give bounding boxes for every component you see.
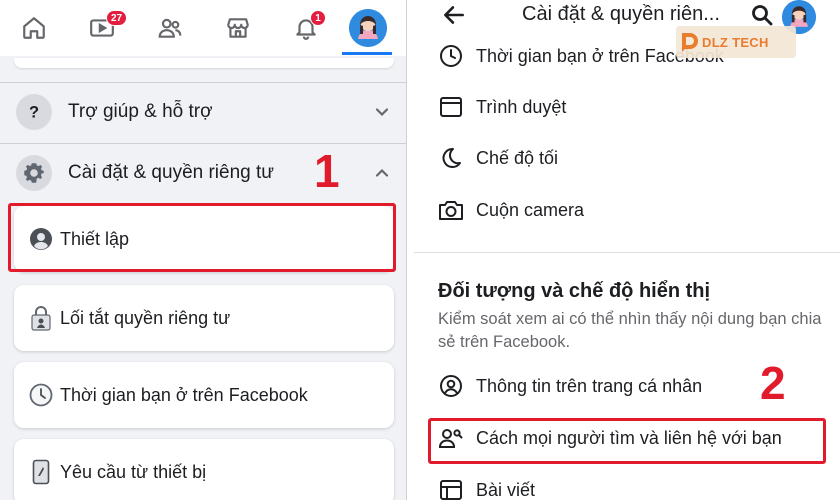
search-icon[interactable]: [750, 3, 774, 27]
right-panel: Cài đặt & quyền riên... Thời gian bạn ở …: [414, 0, 840, 500]
highlight-box-find-and-contact: [428, 418, 826, 464]
previous-card-edge: [14, 58, 394, 68]
gear-icon: [16, 155, 52, 191]
active-tab-indicator: [342, 52, 392, 55]
notifications-button[interactable]: 1: [286, 8, 326, 48]
friends-button[interactable]: [150, 8, 190, 48]
top-navigation-bar: 27 1: [0, 0, 406, 56]
settings-item-label: Chế độ tối: [476, 147, 559, 168]
settings-item-dark-mode[interactable]: Chế độ tối: [414, 138, 840, 178]
section-heading: Đối tượng và chế độ hiển thị: [438, 280, 711, 302]
divider: [0, 143, 406, 144]
profile-avatar: [349, 9, 387, 47]
notification-badge: 1: [310, 10, 326, 26]
section-label: Trợ giúp & hỗ trợ: [68, 101, 213, 122]
divider: [0, 82, 406, 83]
section-help-support[interactable]: ? Trợ giúp & hỗ trợ: [0, 84, 406, 140]
profile-menu-button[interactable]: [348, 8, 388, 48]
watermark-text: DLZ TECH: [702, 34, 769, 50]
marketplace-icon: [227, 18, 249, 38]
friends-icon: [158, 18, 182, 38]
browser-icon: [438, 94, 464, 120]
moon-icon: [438, 145, 464, 171]
dlz-tech-watermark: DLZ TECH: [676, 26, 796, 58]
panel-separator: [406, 0, 414, 500]
phone-icon: [28, 459, 54, 485]
camera-icon: [438, 197, 464, 223]
home-icon: [23, 17, 45, 39]
clock-icon: [438, 43, 464, 69]
section-description: Kiểm soát xem ai có thể nhìn thấy nội du…: [438, 310, 822, 351]
menu-item-time-on-facebook[interactable]: Thời gian bạn ở trên Facebook: [14, 362, 394, 428]
divider: [414, 252, 840, 253]
home-button[interactable]: [14, 8, 54, 48]
step-number-1: 1: [314, 145, 340, 197]
question-icon: ?: [16, 94, 52, 130]
settings-item-label: Bài viết: [476, 479, 536, 500]
settings-item-label: Trình duyệt: [476, 96, 567, 117]
video-button[interactable]: 27: [82, 8, 128, 48]
back-arrow-icon[interactable]: [440, 2, 468, 28]
menu-item-label: Thời gian bạn ở trên Facebook: [60, 384, 308, 405]
clock-icon: [28, 382, 54, 408]
svg-text:?: ?: [29, 104, 39, 122]
page-title: Cài đặt & quyền riên...: [522, 3, 720, 25]
marketplace-button[interactable]: [218, 8, 258, 48]
profile-circle-icon: [438, 373, 464, 399]
menu-item-device-requests[interactable]: Yêu cầu từ thiết bị: [14, 439, 394, 500]
highlight-box-settings: [8, 203, 396, 272]
post-icon: [438, 477, 464, 500]
menu-item-privacy-shortcuts[interactable]: Lối tắt quyền riêng tư: [14, 285, 394, 351]
chevron-up-icon: [375, 168, 389, 177]
lock-icon: [28, 305, 54, 331]
settings-item-label: Thông tin trên trang cá nhân: [476, 375, 703, 396]
left-panel: 27 1 ? Trợ giúp & hỗ trợ Cài đặt & quyền…: [0, 0, 406, 500]
section-label: Cài đặt & quyền riêng tư: [68, 162, 275, 183]
menu-item-label: Lối tắt quyền riêng tư: [60, 307, 231, 328]
section-settings-privacy[interactable]: Cài đặt & quyền riêng tư: [0, 145, 406, 201]
chevron-down-icon: [375, 108, 389, 117]
settings-item-posts[interactable]: Bài viết: [414, 470, 840, 500]
settings-item-camera-roll[interactable]: Cuộn camera: [414, 190, 840, 230]
menu-item-label: Yêu cầu từ thiết bị: [60, 461, 207, 482]
settings-item-browser[interactable]: Trình duyệt: [414, 87, 840, 127]
video-badge: 27: [106, 10, 128, 26]
settings-item-label: Cuộn camera: [476, 199, 585, 220]
settings-item-profile-info[interactable]: Thông tin trên trang cá nhân: [414, 366, 840, 406]
dlz-logo-icon: [682, 33, 698, 52]
